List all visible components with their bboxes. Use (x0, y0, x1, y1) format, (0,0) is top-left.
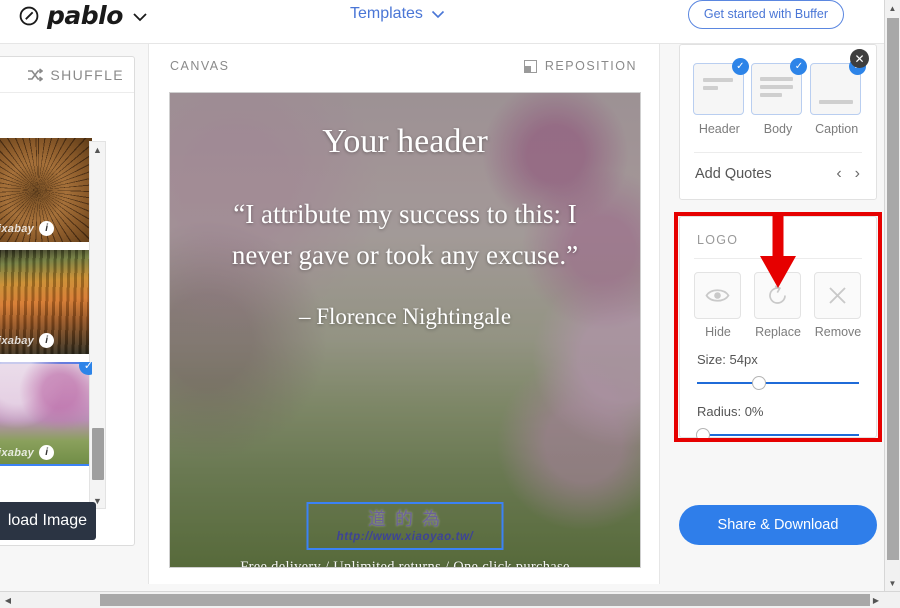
logo-action-label: Hide (705, 325, 731, 339)
logo-actions-row: Hide Replace Remove (680, 259, 876, 339)
type-header[interactable]: ✓ Header (692, 58, 749, 136)
shuffle-button[interactable]: SHUFFLE (0, 57, 134, 93)
slider-knob[interactable] (696, 428, 710, 442)
quotes-nav: ‹ › (836, 165, 860, 183)
add-quotes-row: Add Quotes ‹ › (680, 153, 876, 183)
logo-action-label: Remove (814, 325, 862, 339)
circle-slash-icon (19, 6, 39, 25)
info-icon[interactable]: i (39, 333, 55, 348)
type-label: Header (698, 122, 740, 136)
body-preview-thumb: ✓ (751, 58, 808, 115)
triangle-left-icon[interactable]: ◀ (0, 592, 16, 608)
check-icon: ✓ (790, 58, 808, 75)
check-icon: ✓ (731, 58, 749, 75)
check-icon: ✓ (79, 362, 92, 375)
refresh-icon (769, 285, 786, 304)
logo-size-slider[interactable] (697, 375, 859, 391)
reposition-icon (523, 59, 537, 73)
canvas-toolbar: CANVAS REPOSITION (149, 44, 659, 88)
canvas-column: CANVAS REPOSITION Your header “I attribu… (148, 44, 660, 584)
canvas-quote-text[interactable]: “I attribute my success to this: I never… (170, 160, 640, 276)
logo-size-label: Size: 54px (697, 352, 758, 367)
info-icon[interactable]: i (39, 445, 55, 460)
canvas-author-text[interactable]: – Florence Nightingale (170, 276, 640, 330)
type-body[interactable]: ✓ Body (751, 58, 808, 136)
hide-button-box (694, 272, 741, 319)
watermark: pixabay i (0, 333, 55, 348)
type-label: Caption (815, 122, 859, 136)
chevron-down-icon (431, 10, 444, 18)
upload-image-button[interactable]: load Image (0, 502, 96, 540)
vertical-scrollbar[interactable]: ▲ ▼ (884, 0, 900, 592)
brand-logo[interactable]: pablo (18, 1, 148, 30)
scrollbar-thumb[interactable] (92, 428, 104, 480)
logo-radius-label: Radius: 0% (697, 404, 764, 419)
hide-logo-button[interactable]: Hide (694, 272, 742, 339)
canvas-header-text[interactable]: Your header (170, 93, 640, 160)
list-item[interactable]: pixabay i (0, 138, 92, 242)
watermark-label: pixabay (0, 446, 35, 459)
add-quotes-label: Add Quotes (695, 166, 772, 182)
logo-glyphs: 道 的 為 (367, 508, 442, 529)
canvas-content: Your header “I attribute my success to t… (170, 93, 640, 567)
triangle-up-icon[interactable]: ▲ (885, 0, 900, 17)
type-label: Body (763, 122, 793, 136)
thumbnail-scrollbar[interactable]: ▲ ▼ (89, 141, 106, 509)
canvas-label: CANVAS (170, 59, 230, 73)
watermark: pixabay i (0, 445, 55, 460)
scrollbar-thumb[interactable] (887, 18, 899, 560)
caption-preview-thumb: ✓ (810, 58, 867, 115)
logo-action-label: Replace (755, 325, 801, 339)
close-icon[interactable]: ✕ (850, 49, 869, 68)
reposition-button[interactable]: REPOSITION (523, 59, 637, 73)
reposition-label: REPOSITION (544, 59, 637, 73)
brand-name: pablo (47, 1, 123, 30)
logo-card: LOGO Hide Replace Remove Size: 54px Radi… (679, 216, 877, 442)
remove-button-box (814, 272, 861, 319)
canvas-footer-text[interactable]: Free delivery / Unlimited returns / One … (170, 559, 640, 567)
close-x-icon (829, 287, 846, 304)
templates-dropdown[interactable]: Templates (350, 5, 445, 23)
share-and-download-button[interactable]: Share & Download (679, 505, 877, 545)
get-started-with-buffer-button[interactable]: Get started with Buffer (687, 0, 844, 29)
chevron-right-icon[interactable]: › (855, 165, 860, 183)
list-item[interactable]: pixabay i (0, 250, 92, 354)
replace-button-box (754, 272, 801, 319)
header-preview-thumb: ✓ (692, 58, 749, 115)
watermark-label: pixabay (0, 334, 35, 347)
scrollbar-thumb[interactable] (100, 594, 870, 606)
list-item[interactable]: ✓ pixabay i (0, 362, 92, 466)
text-types-card: ✓ Header ✓ Body ✓ (679, 44, 877, 200)
logo-section-title: LOGO (697, 233, 739, 247)
eye-icon (705, 289, 730, 302)
replace-logo-button[interactable]: Replace (754, 272, 802, 339)
text-types-row: ✓ Header ✓ Body ✓ (680, 45, 876, 136)
type-caption[interactable]: ✓ Caption (810, 58, 867, 136)
watermark: pixabay i (0, 221, 55, 236)
app-root: pablo Templates Get started with Buffer … (0, 0, 900, 608)
slider-knob[interactable] (751, 376, 766, 390)
chevron-left-icon[interactable]: ‹ (836, 165, 841, 183)
info-icon[interactable]: i (39, 221, 55, 236)
shuffle-icon (28, 67, 44, 82)
logo-url-text: http://www.xiaoyao.tw/ (336, 530, 474, 543)
top-bar: pablo Templates Get started with Buffer (0, 0, 886, 44)
slider-track (697, 434, 859, 436)
canvas-preview[interactable]: Your header “I attribute my success to t… (169, 92, 641, 568)
shuffle-label: SHUFFLE (50, 66, 124, 83)
canvas-logo-selection[interactable]: 道 的 為 http://www.xiaoyao.tw/ (306, 502, 504, 550)
triangle-right-icon[interactable]: ▶ (868, 592, 884, 608)
chevron-down-icon[interactable] (132, 12, 148, 22)
triangle-down-icon[interactable]: ▼ (885, 575, 900, 592)
settings-panel: ✓ Header ✓ Body ✓ (661, 44, 886, 584)
watermark-label: pixabay (0, 222, 35, 235)
remove-logo-button[interactable]: Remove (814, 272, 862, 339)
horizontal-scrollbar[interactable]: ◀ ▶ (0, 591, 900, 608)
logo-radius-slider[interactable] (696, 427, 859, 443)
templates-label: Templates (350, 5, 423, 22)
slider-track (697, 382, 859, 384)
triangle-up-icon[interactable]: ▲ (90, 142, 105, 157)
image-picker-panel: SHUFFLE pixabay i pixabay i ✓ pixabay i (0, 56, 135, 546)
